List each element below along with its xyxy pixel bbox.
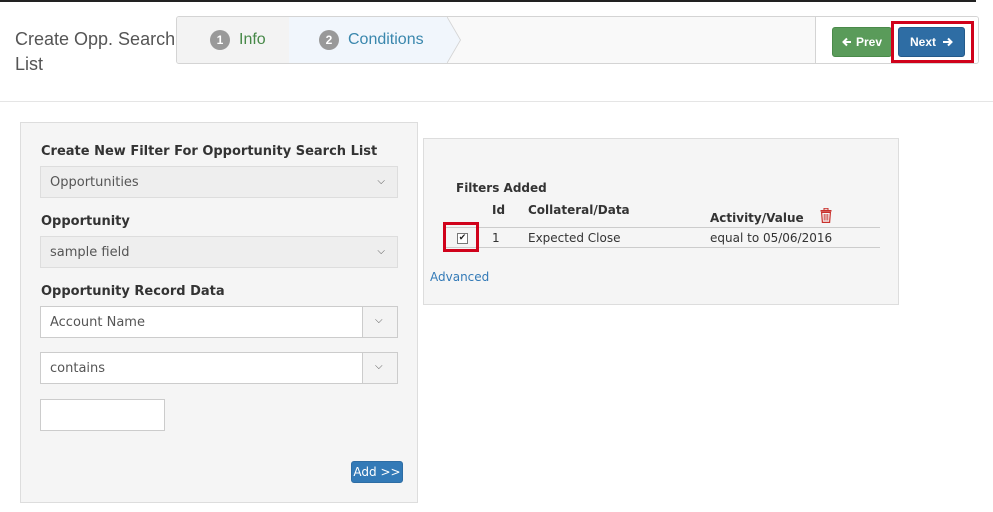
record-field-select-value: Account Name (50, 314, 145, 330)
column-header-id: Id (492, 203, 506, 217)
create-filter-select[interactable]: Opportunities ⌵ (40, 166, 398, 198)
row-collateral: Expected Close (528, 231, 621, 245)
step-divider-inner (446, 17, 460, 63)
step-number: 1 (210, 30, 230, 50)
step-label: Info (239, 31, 266, 48)
table-row-divider (444, 247, 880, 248)
wizard-step-info[interactable]: 1 Info (177, 17, 289, 63)
filters-added-title: Filters Added (456, 181, 547, 195)
chevron-down-icon: ⌵ (375, 315, 383, 326)
page-title: Create Opp. Search List (15, 29, 176, 74)
dropdown-toggle[interactable]: ⌵ (362, 307, 397, 337)
record-data-label: Opportunity Record Data (41, 284, 225, 299)
create-filter-panel: Create New Filter For Opportunity Search… (20, 122, 418, 503)
column-header-activity: Activity/Value (710, 211, 804, 225)
trash-icon[interactable] (820, 208, 832, 223)
row-id: 1 (492, 231, 500, 245)
operator-select-value: contains (50, 360, 106, 376)
step-label: Conditions (348, 31, 424, 48)
table-header-divider (444, 227, 880, 228)
opportunity-label: Opportunity (41, 214, 130, 229)
advanced-link[interactable]: Advanced (430, 270, 489, 284)
arrow-left-icon (842, 37, 851, 47)
create-filter-label: Create New Filter For Opportunity Search… (41, 144, 378, 159)
step-number: 2 (319, 30, 339, 50)
column-header-collateral: Collateral/Data (528, 203, 630, 217)
create-filter-select-value: Opportunities (50, 174, 139, 190)
filter-value-input[interactable] (40, 399, 165, 431)
operator-select[interactable]: contains ⌵ (40, 352, 398, 384)
chevron-down-icon: ⌵ (377, 176, 385, 187)
wizard-step-conditions[interactable]: 2 Conditions (289, 17, 447, 63)
next-button-highlight (891, 21, 974, 63)
add-filter-button[interactable]: Add >> (351, 461, 403, 483)
prev-button[interactable]: Prev (832, 27, 892, 57)
opportunity-select[interactable]: sample field ⌵ (40, 236, 398, 268)
chevron-down-icon: ⌵ (377, 246, 385, 257)
filters-added-panel: Filters Added Id Collateral/Data Activit… (423, 138, 899, 305)
dropdown-toggle[interactable]: ⌵ (362, 353, 397, 383)
row-activity: equal to 05/06/2016 (710, 231, 833, 245)
wizard-steps: 1 Info 2 Conditions Prev Next (176, 16, 979, 64)
page-header: Create Opp. Search List 1 Info 2 Conditi… (0, 0, 993, 102)
prev-button-label: Prev (855, 35, 883, 49)
chevron-down-icon: ⌵ (375, 361, 383, 372)
record-field-select[interactable]: Account Name ⌵ (40, 306, 398, 338)
opportunity-select-value: sample field (50, 244, 130, 260)
checkbox-highlight (443, 222, 479, 252)
